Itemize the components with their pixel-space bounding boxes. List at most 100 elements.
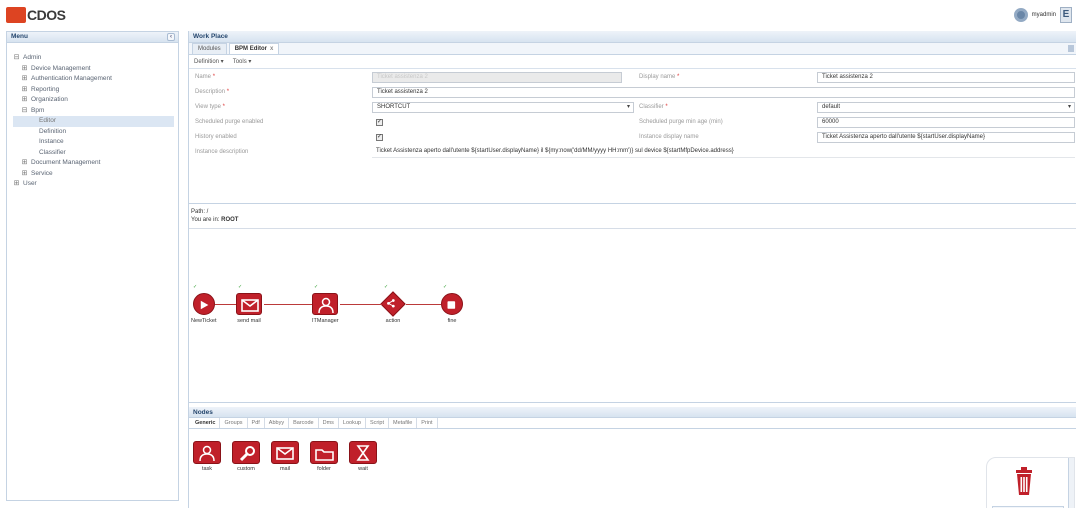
menu-item[interactable]: ⊞ Device Management [13,64,174,75]
trash-panel [986,457,1075,508]
user-icon [312,293,339,315]
description-field[interactable]: Ticket assistenza 2 [372,87,1075,98]
check-icon: ✓ [314,284,319,290]
expand-toggle-icon[interactable]: ⊞ [21,64,28,75]
exit-button[interactable]: E [1060,7,1072,23]
nodes-tab[interactable]: Dms [319,418,339,428]
logo-text: CDOS [27,7,66,23]
palette-item[interactable]: folder [309,441,339,472]
classifier-select[interactable]: default ▾ [817,102,1075,113]
menu-item[interactable]: ⊞ Authentication Management [13,74,174,85]
expand-toggle-icon[interactable]: ⊞ [21,74,28,85]
menu-item[interactable]: ⊞ Service [13,169,174,180]
palette-item[interactable]: custom [231,441,261,472]
location-text: You are in: ROOT [191,217,238,223]
expand-toggle-icon[interactable]: ⊞ [21,95,28,106]
tab-bpm-editor[interactable]: BPM Editor x [228,43,280,54]
definition-menu-label: Definition [194,59,220,65]
nodes-tab[interactable]: Script [366,418,390,428]
workplace-title: Work Place [189,31,1076,43]
nodes-tab[interactable]: Groups [220,418,248,428]
menu-item[interactable]: ⊞ Reporting [13,85,174,96]
expand-toggle-icon[interactable]: ⊞ [21,169,28,180]
definition-menu[interactable]: Definition ▾ [194,58,224,65]
name-field[interactable]: Ticket assistenza 2 [372,72,622,83]
classifier-value: default [822,104,841,110]
hourglass-icon [349,441,377,464]
history-checkbox[interactable]: ✓ [376,134,383,141]
tab-bar: Modules BPM Editor x [189,43,1076,55]
tab-scroll-button[interactable] [1068,45,1074,52]
nodes-tab[interactable]: Barcode [289,418,319,428]
classifier-label: Classifier * [639,104,668,110]
expand-toggle-icon[interactable]: ⊞ [21,158,28,169]
expand-toggle-icon[interactable]: ⊞ [13,179,20,190]
menu-panel: Menu ‹ ⊟ Admin ⊞ Device Management ⊞ Authenti… [6,31,179,501]
menu-item[interactable]: ⊞ Document Management [13,158,174,169]
workflow-node[interactable]: ✓ action [380,284,406,324]
tools-menu[interactable]: Tools ▾ [233,58,252,65]
menu-item[interactable]: ⊟ Bpm [13,106,174,117]
menu-item-label: Instance [39,138,64,145]
collapse-menu-button[interactable]: ‹ [167,33,175,41]
name-label: Name * [195,74,216,80]
workflow-node[interactable]: ✓ NewTicket [191,284,216,324]
user-name[interactable]: myadmin [1032,12,1056,18]
nodes-tab[interactable]: Generic [191,418,221,428]
palette-item[interactable]: wait [348,441,378,472]
workflow-edge [340,304,382,305]
nodes-tab[interactable]: Lookup [339,418,366,428]
form-row: Instance description Ticket Assistenza a… [189,146,1076,159]
workflow-node[interactable]: ✓ ITManager [312,284,339,324]
form-row: Description * Ticket assistenza 2 [189,86,1076,99]
close-tab-icon[interactable]: x [270,46,273,52]
definition-form: Name * Ticket assistenza 2 Display name … [189,69,1076,174]
workflow-edge [406,304,441,305]
nodes-tab[interactable]: Print [417,418,438,428]
instance-description-field[interactable]: Ticket Assistenza aperto dall'utente ${s… [372,147,1075,158]
menu-item-label: Admin [23,54,42,61]
palette-item[interactable]: mail [270,441,300,472]
trash-icon[interactable] [1008,464,1040,498]
instance-display-field[interactable]: Ticket Assistenza aperto dall'utente ${s… [817,132,1075,143]
display-name-field[interactable]: Ticket assistenza 2 [817,72,1075,83]
gear-icon[interactable] [1013,8,1028,22]
view-type-select[interactable]: SHORTCUT ▾ [372,102,634,113]
trash-scrollbar-vertical[interactable] [1068,458,1074,508]
check-icon: ✓ [193,284,198,290]
expand-toggle-icon[interactable]: ⊞ [21,85,28,96]
nodes-tabs: Generic Groups Pdf Abbyy Barcode Dms Lookup Scr… [189,418,1076,429]
nodes-tab[interactable]: Metafile [389,418,418,428]
stop-icon [441,293,463,315]
menu-item[interactable]: Definition [13,127,174,138]
nodes-tab[interactable]: Abbyy [265,418,290,428]
tab-label: BPM Editor [234,46,268,52]
purge-age-field[interactable]: 60000 [817,117,1075,128]
workflow-canvas[interactable]: Path: / You are in: ROOT ✓ NewTicket ✓ send… [189,203,1076,403]
menu-item[interactable]: ⊞ User [13,179,174,190]
workflow-node[interactable]: ✓ send mail [236,284,262,324]
menu-item[interactable]: Instance [13,137,174,148]
nodes-title: Nodes [189,407,1076,418]
app-logo: CDOS [6,6,66,24]
menu-item-label: User [23,180,37,187]
menu-item[interactable]: Classifier [13,148,174,159]
node-palette: task custom mail folder wait [192,441,378,472]
workflow-node-label: ITManager [312,318,339,324]
check-icon: ✓ [384,284,389,290]
play-icon [192,293,215,315]
workflow-node[interactable]: ✓ fine [441,284,463,324]
menu-item[interactable]: ⊞ Organization [13,95,174,106]
menu-item[interactable]: ⊟ Admin [13,53,174,64]
location-value: ROOT [221,217,239,223]
expand-toggle-icon[interactable]: ⊟ [21,106,28,117]
tab-modules[interactable]: Modules [192,43,227,54]
nodes-tab[interactable]: Pdf [248,418,265,428]
workflow-node-label: fine [447,318,457,324]
view-type-label: View type * [195,104,225,110]
palette-item-label: wait [358,466,368,472]
expand-toggle-icon[interactable]: ⊟ [13,53,20,64]
palette-item[interactable]: task [192,441,222,472]
purge-checkbox[interactable]: ✓ [376,119,383,126]
menu-item[interactable]: Editor [13,116,174,127]
